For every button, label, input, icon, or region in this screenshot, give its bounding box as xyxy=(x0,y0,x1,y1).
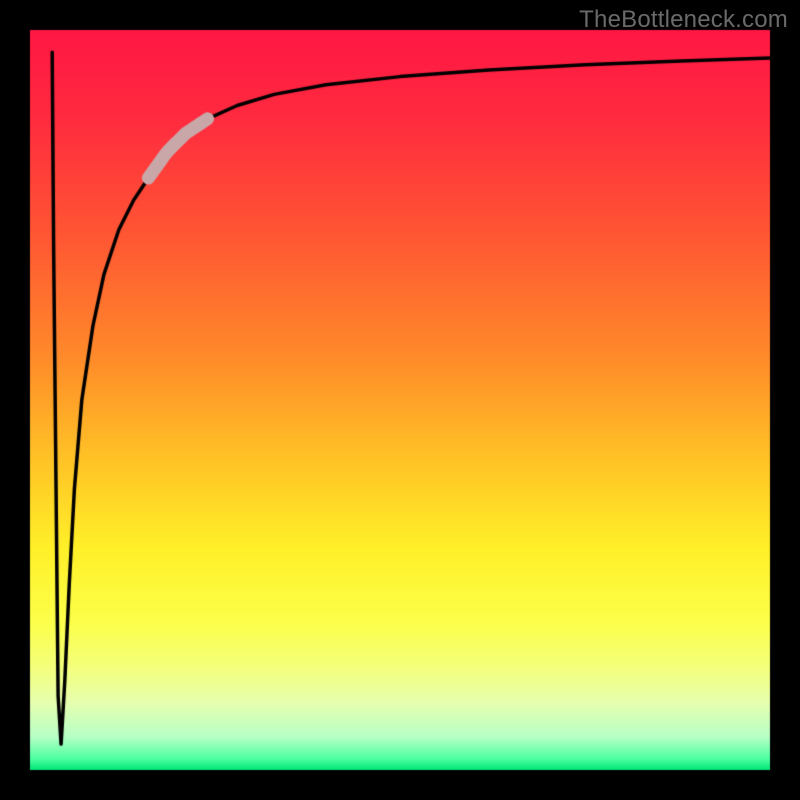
chart-container: TheBottleneck.com xyxy=(0,0,800,800)
bottleneck-chart-canvas xyxy=(0,0,800,800)
watermark-text: TheBottleneck.com xyxy=(579,6,788,34)
